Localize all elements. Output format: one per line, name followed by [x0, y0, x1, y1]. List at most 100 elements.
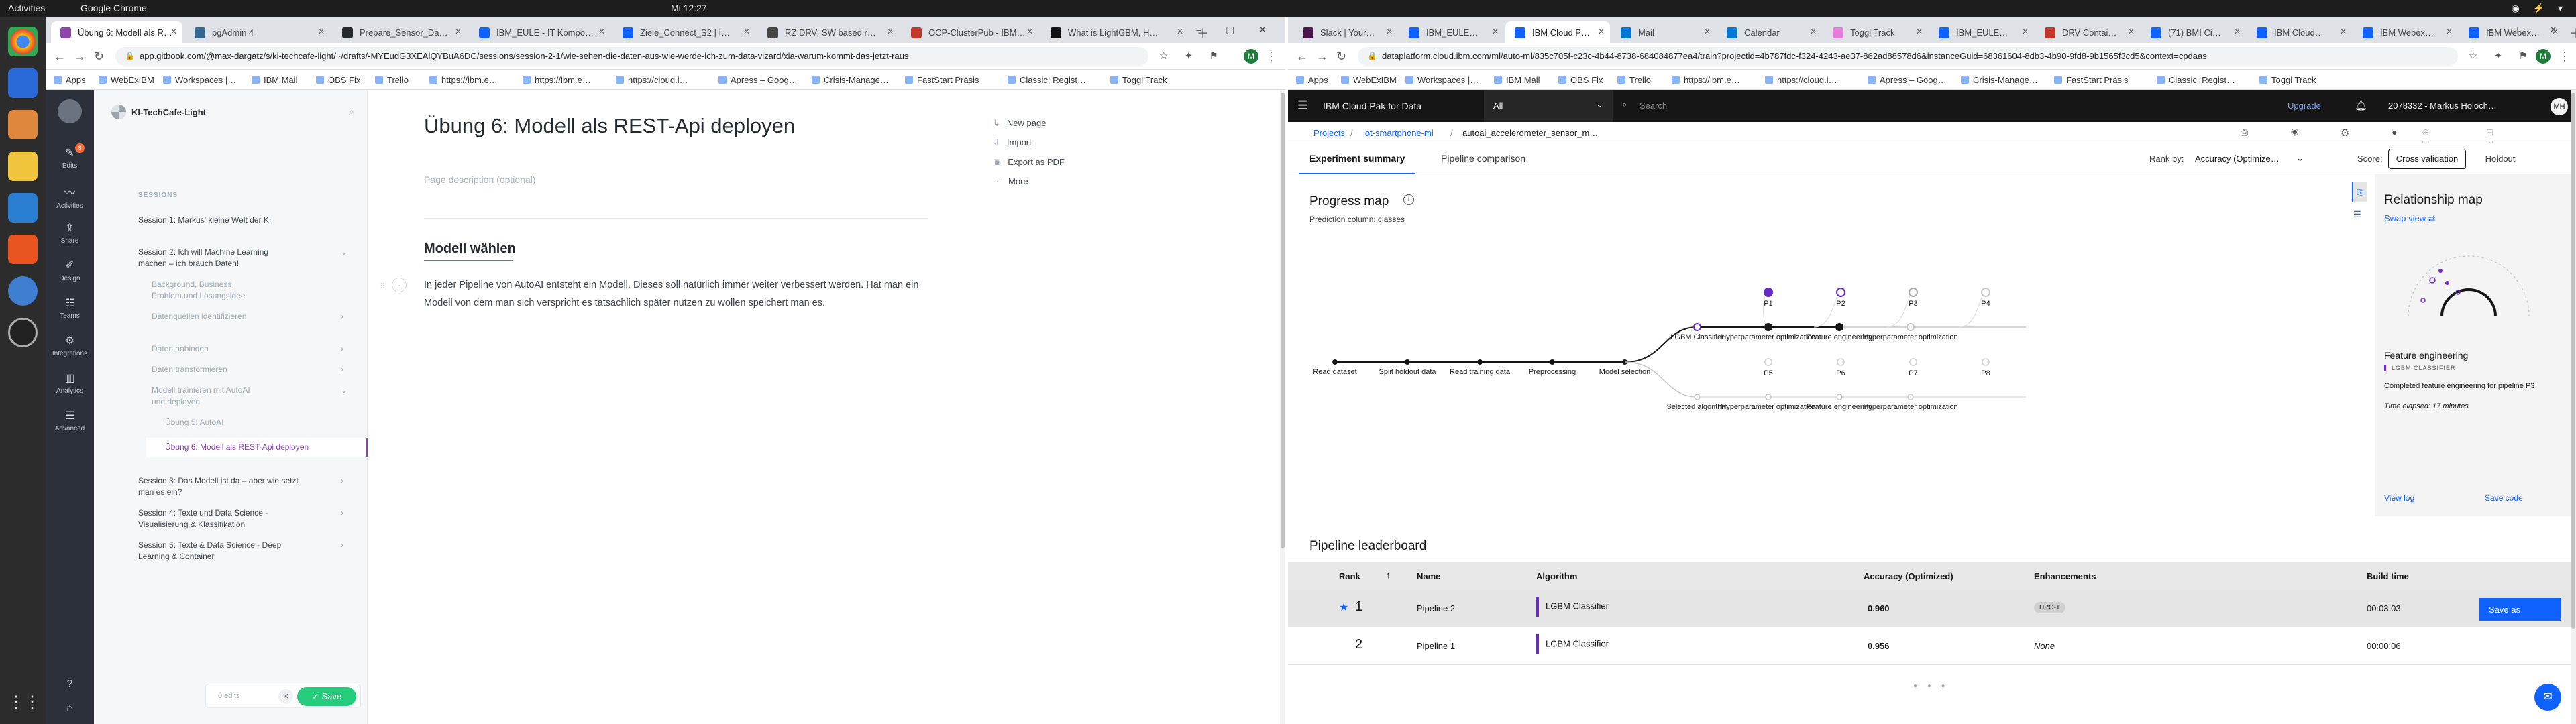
bookmark-item[interactable]: Apps	[1296, 75, 1328, 85]
scrollbar-thumb[interactable]	[1281, 93, 1285, 548]
back-icon[interactable]: ←	[1296, 50, 1308, 64]
bookmark-item[interactable]: https://ibm.e…	[429, 75, 498, 85]
chrome-icon[interactable]	[8, 27, 38, 56]
bookmark-item[interactable]: https://ibm.e…	[1672, 75, 1740, 85]
pagination-dots[interactable]: ● ● ●	[1913, 682, 1949, 690]
bookmark-item[interactable]: Crisis-Manage…	[812, 75, 889, 85]
help-icon[interactable]: ?	[46, 678, 94, 690]
obs-icon[interactable]	[8, 318, 38, 347]
sidebar-item[interactable]: Session 2: Ich will Machine Learning mac…	[138, 247, 347, 269]
browser-tab[interactable]: (71) BMI Ci… ✕	[2141, 21, 2246, 43]
sidebar-item[interactable]: Session 5: Texte & Data Science - Deep L…	[138, 540, 343, 562]
sidebar-item[interactable]: Daten anbinden ›	[152, 343, 343, 355]
rail-item-integrations[interactable]: ⚙ Integrations	[46, 334, 94, 357]
body-paragraph[interactable]: In jeder Pipeline von AutoAI entsteht ei…	[424, 276, 928, 312]
bookmark-item[interactable]: Workspaces |…	[1405, 75, 1479, 85]
sidebar-item[interactable]: Übung 5: AutoAI	[165, 417, 259, 428]
bookmark-item[interactable]: Apps	[54, 75, 86, 85]
address-bar[interactable]: 🔒 app.gitbook.com/@max-dargatz/s/ki-techc…	[115, 47, 1148, 66]
sidebar-item[interactable]: Session 4: Texte und Data Science - Visu…	[138, 507, 343, 530]
bookmark-item[interactable]: https://ibm.e…	[523, 75, 591, 85]
page-title[interactable]: Übung 6: Modell als REST-Api deployen	[424, 114, 795, 138]
page-description[interactable]: Page description (optional)	[424, 174, 536, 185]
help-icon[interactable]	[8, 276, 38, 306]
close-icon[interactable]: ✕	[2022, 27, 2029, 36]
sidebar-item[interactable]: Background, Business Problem und Lösungs…	[152, 279, 259, 302]
sidebar-item[interactable]: Datenquellen identifizieren ›	[152, 311, 343, 322]
notification-icon[interactable]: 🔔︎	[2355, 99, 2367, 111]
extension-icons[interactable]: ☆ ✦ ⚑	[2469, 50, 2534, 62]
pipeline-name[interactable]: Pipeline 1	[1417, 641, 1455, 651]
bookmark-item[interactable]: Crisis-Manage…	[1961, 75, 2038, 85]
scrollbar[interactable]	[2571, 90, 2576, 724]
bookmark-item[interactable]: WebExIBM	[1341, 75, 1397, 85]
search-icon[interactable]: ⌕	[349, 106, 354, 117]
menu-kebab-icon[interactable]: ⋮	[1265, 50, 1277, 64]
space-title[interactable]: KI-TechCafe-Light	[131, 107, 206, 117]
relationship-radial-chart[interactable]	[2388, 236, 2549, 330]
discard-icon[interactable]: ✕	[278, 689, 293, 704]
sidebar-item[interactable]: Session 1: Markus' kleine Welt der KI	[138, 215, 299, 226]
close-icon[interactable]: ✕	[1598, 27, 1605, 36]
rail-item-edits[interactable]: ✎ Edits 8	[46, 143, 94, 170]
browser-tab[interactable]: Toggl Track ✕	[1823, 21, 1928, 43]
menu-kebab-icon[interactable]: ⋮	[2559, 50, 2571, 64]
block-options-icon[interactable]: ⌄	[392, 278, 407, 292]
tab-experiment-summary[interactable]: Experiment summary	[1299, 143, 1416, 174]
window-controls[interactable]: – ▢ ✕	[1196, 24, 1277, 36]
clock[interactable]: Mi 12:27	[671, 3, 707, 13]
reload-icon[interactable]: ↻	[94, 50, 104, 64]
sidebar-item[interactable]: Session 3: Das Modell ist da – aber wie …	[138, 475, 343, 498]
browser-tab[interactable]: IBM_EULE… ✕	[1929, 21, 2034, 43]
browser-tab[interactable]: DRV Contai… ✕	[2035, 21, 2140, 43]
rail-item-advanced[interactable]: ☰ Advanced	[46, 409, 94, 432]
close-icon[interactable]: ✕	[1386, 27, 1393, 36]
drag-handle-icon[interactable]: ⠿	[380, 282, 386, 291]
close-icon[interactable]: ✕	[1810, 27, 1817, 36]
save-as-button[interactable]: Save as	[2479, 598, 2561, 621]
close-icon[interactable]: ✕	[1026, 27, 1033, 36]
close-icon[interactable]: ✕	[1492, 27, 1499, 36]
sort-arrow-icon[interactable]: ↑	[1386, 570, 1391, 580]
bookmark-item[interactable]: Trello	[375, 75, 409, 85]
close-icon[interactable]: ✕	[318, 27, 325, 36]
software-icon[interactable]	[8, 235, 38, 264]
save-button[interactable]: ✓ Save	[297, 687, 356, 706]
rank-by-dropdown[interactable]: Accuracy (Optimize… ⌄	[2188, 149, 2309, 169]
bookmark-item[interactable]: IBM Mail	[1494, 75, 1540, 85]
bookmark-item[interactable]: https://cloud.i…	[1765, 75, 1837, 85]
browser-tab[interactable]: pgAdmin 4 ✕	[185, 21, 330, 43]
browser-tab[interactable]: Calendar ✕	[1717, 21, 1822, 43]
rail-item-activities[interactable]: 〰 Activities	[46, 184, 94, 210]
bookmark-item[interactable]: Workspaces |…	[163, 75, 236, 85]
thunderbird-icon[interactable]	[8, 68, 38, 98]
files-icon[interactable]	[8, 110, 38, 139]
close-icon[interactable]: ✕	[743, 27, 750, 36]
archive-icon[interactable]: ⌂	[46, 703, 94, 715]
swap-view-link[interactable]: Swap view ⇄	[2384, 213, 2436, 224]
close-icon[interactable]: ✕	[2340, 27, 2347, 36]
tab-pipeline-comparison[interactable]: Pipeline comparison	[1430, 143, 1536, 174]
bookmark-item[interactable]: OBS Fix	[316, 75, 360, 85]
bookmark-item[interactable]: OBS Fix	[1558, 75, 1603, 85]
sidebar-item[interactable]: Modell trainieren mit AutoAI und deploye…	[152, 385, 347, 408]
rail-item-share[interactable]: ⇪ Share	[46, 221, 94, 245]
bookmark-item[interactable]: Toggl Track	[1110, 75, 1167, 85]
new-tab-icon[interactable]: ＋	[2569, 24, 2576, 42]
bookmark-item[interactable]: FastStart Präsis	[905, 75, 979, 85]
bookmark-item[interactable]: Apress – Goog…	[1868, 75, 1947, 85]
more-action[interactable]: ··· More	[993, 176, 1065, 196]
forward-icon[interactable]: →	[1316, 50, 1328, 64]
address-bar[interactable]: 🔒 dataplatform.cloud.ibm.com/ml/auto-ml/8…	[1358, 47, 2458, 66]
breadcrumb-projects[interactable]: Projects	[1313, 128, 1345, 138]
list-view-icon[interactable]: ☰	[2353, 209, 2361, 220]
bookmark-item[interactable]: WebExIBM	[99, 75, 154, 85]
product-title[interactable]: IBM Cloud Pak for Data	[1323, 101, 1421, 111]
toolbar-icons[interactable]: ⎙ ◉ ⚙ ●	[2241, 127, 2418, 138]
rail-item-teams[interactable]: ☷ Teams	[46, 296, 94, 320]
upgrade-link[interactable]: Upgrade	[2288, 101, 2321, 111]
reload-icon[interactable]: ↻	[1336, 50, 1346, 64]
activities-button[interactable]: Activities	[8, 3, 45, 13]
browser-tab[interactable]: IBM Webex… ✕	[2353, 21, 2458, 43]
account-switcher[interactable]: 2078332 - Markus Holoch…	[2388, 101, 2497, 111]
